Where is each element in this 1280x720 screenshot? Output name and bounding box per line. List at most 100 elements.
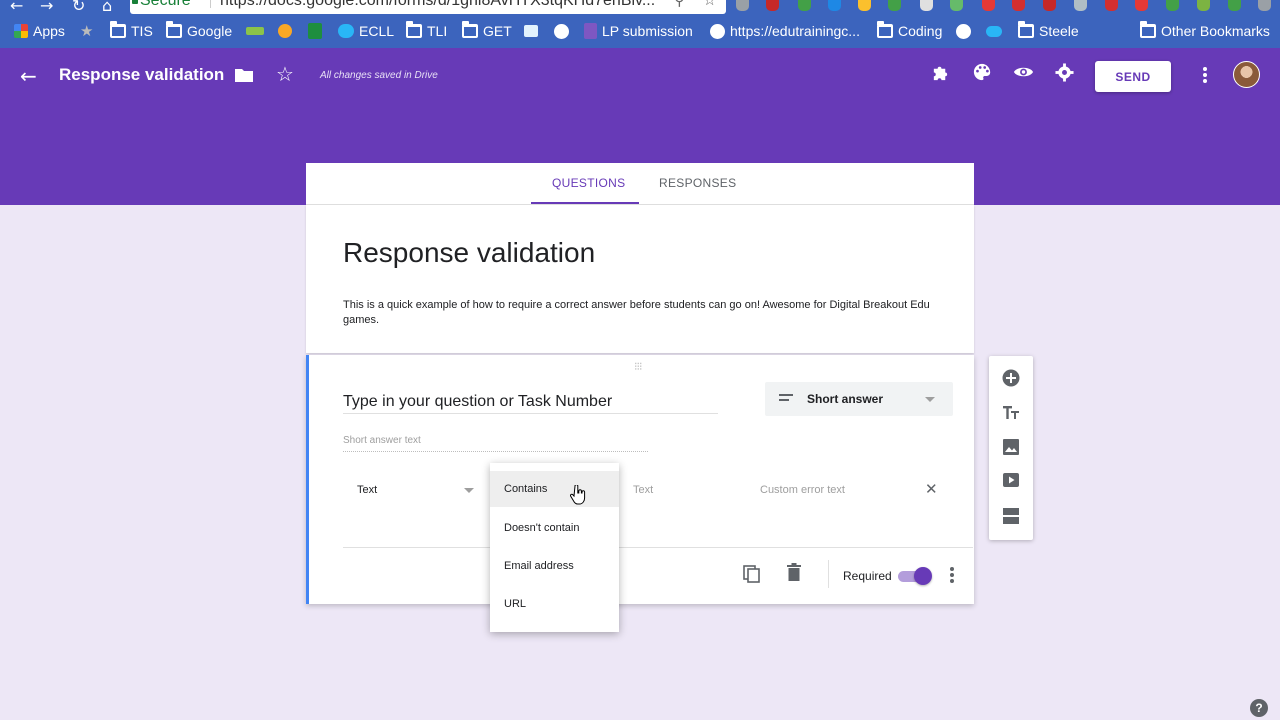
question-title-input[interactable]: Type in your question or Task Number: [343, 393, 612, 411]
menu-item-contains[interactable]: Contains: [490, 471, 619, 507]
browser-back-icon[interactable]: ←: [10, 0, 23, 15]
extension-icon[interactable]: [1135, 0, 1148, 11]
bookmark-sheets-icon[interactable]: [308, 22, 322, 40]
more-vert-icon[interactable]: [1203, 67, 1207, 83]
extension-icon[interactable]: [1012, 0, 1025, 11]
send-button[interactable]: SEND: [1095, 61, 1171, 92]
more-vert-icon[interactable]: [950, 567, 954, 585]
extension-icon[interactable]: [736, 0, 749, 11]
menu-item-email-address[interactable]: Email address: [490, 548, 619, 584]
bookmark-chat-icon[interactable]: [524, 22, 538, 40]
form-title[interactable]: Response validation: [343, 237, 595, 269]
extension-icon[interactable]: [858, 0, 871, 11]
add-image-icon[interactable]: [1002, 438, 1020, 456]
extension-icon[interactable]: [1228, 0, 1241, 11]
star-icon[interactable]: ☆: [276, 62, 294, 86]
extension-icon[interactable]: [1166, 0, 1179, 11]
close-icon[interactable]: ✕: [925, 480, 938, 498]
bookmark-google[interactable]: Google: [166, 21, 232, 40]
extension-icon[interactable]: [1043, 0, 1056, 11]
validation-text-input[interactable]: Text: [633, 484, 653, 496]
extension-icon[interactable]: [1105, 0, 1118, 11]
bookmark-lp-submission[interactable]: LP submission: [584, 22, 693, 40]
tabs-bar: QUESTIONS RESPONSES: [306, 163, 974, 205]
add-question-icon[interactable]: [1002, 369, 1020, 387]
bookmark-hat-icon[interactable]: [246, 22, 264, 40]
hand-cursor-icon: [570, 485, 586, 505]
extension-icon[interactable]: [950, 0, 963, 11]
bookmark-tis[interactable]: TIS: [110, 21, 153, 40]
home-icon[interactable]: ⌂: [102, 0, 112, 15]
menu-item-url[interactable]: URL: [490, 586, 619, 622]
extension-icon[interactable]: [982, 0, 995, 11]
back-arrow-icon[interactable]: ←: [20, 64, 37, 88]
extension-icon[interactable]: [920, 0, 933, 11]
bookmarks-bar: Apps ★ TIS Google ECLL TLI GET LP submis…: [0, 14, 1280, 48]
help-icon[interactable]: ?: [1250, 699, 1268, 717]
add-video-icon[interactable]: [1002, 471, 1020, 489]
secure-label: Secure: [140, 0, 191, 9]
bookmark-cloud-icon[interactable]: [986, 22, 1002, 40]
addons-icon[interactable]: [931, 63, 950, 82]
folder-icon: [462, 21, 478, 38]
bookmark-apps[interactable]: Apps: [14, 22, 65, 40]
extension-icon[interactable]: [798, 0, 811, 11]
bookmark-star-icon[interactable]: ★: [80, 22, 93, 40]
footer-separator: [828, 560, 829, 588]
browser-toolbar: ← → ↻ ⌂ Secure https://docs.google.com/f…: [0, 0, 1280, 15]
delete-trash-icon[interactable]: [786, 563, 802, 581]
settings-gear-icon[interactable]: [1055, 63, 1074, 82]
custom-error-input[interactable]: Custom error text: [760, 484, 845, 496]
short-answer-icon: [779, 394, 793, 404]
bookmark-get[interactable]: GET: [462, 21, 512, 40]
extension-icon[interactable]: [828, 0, 841, 11]
google-icon: [710, 23, 725, 39]
folder-icon[interactable]: [235, 68, 253, 82]
add-section-icon[interactable]: [1002, 507, 1020, 525]
form-description[interactable]: This is a quick example of how to requir…: [343, 298, 953, 328]
question-type-label: Short answer: [807, 392, 884, 406]
bookmark-drive-icon[interactable]: [554, 22, 569, 40]
short-answer-underline: [343, 451, 648, 452]
extension-icon[interactable]: [1074, 0, 1087, 11]
folder-icon: [1140, 21, 1156, 38]
browser-forward-icon[interactable]: →: [40, 0, 53, 15]
question-card[interactable]: ⁝⁝⁝ Type in your question or Task Number…: [306, 355, 974, 604]
tab-responses[interactable]: RESPONSES: [659, 176, 736, 190]
preview-eye-icon[interactable]: [1013, 63, 1034, 81]
forms-icon: [584, 23, 597, 39]
bookmark-ecll[interactable]: ECLL: [338, 22, 394, 40]
extension-icon[interactable]: [1258, 0, 1271, 11]
reload-icon[interactable]: ↻: [72, 0, 85, 15]
extension-icon[interactable]: [888, 0, 901, 11]
add-title-icon[interactable]: [1002, 404, 1020, 422]
form-name[interactable]: Response validation: [59, 65, 224, 85]
bookmark-star-icon[interactable]: ☆: [703, 0, 716, 9]
chevron-down-icon[interactable]: [464, 488, 474, 493]
avatar[interactable]: [1233, 61, 1260, 88]
form-header-card: Response validation This is a quick exam…: [306, 205, 974, 353]
menu-item-doesnt-contain[interactable]: Doesn't contain: [490, 510, 619, 546]
bookmark-edutraining[interactable]: https://edutrainingc...: [710, 22, 860, 40]
extension-icon[interactable]: [766, 0, 779, 11]
search-icon[interactable]: ⚲: [674, 0, 685, 9]
save-status: All changes saved in Drive: [320, 70, 438, 81]
bookmark-tli[interactable]: TLI: [406, 21, 447, 40]
question-title-underline: [343, 413, 718, 414]
bookmark-steele[interactable]: Steele: [1018, 21, 1079, 40]
required-toggle[interactable]: [914, 567, 932, 585]
bookmark-google-g-icon[interactable]: [956, 22, 971, 40]
validation-type-select[interactable]: Text: [357, 484, 377, 496]
bookmark-circle-icon[interactable]: [278, 22, 292, 40]
question-type-select[interactable]: Short answer: [765, 382, 953, 416]
drag-handle-icon[interactable]: ⁝⁝⁝: [634, 360, 642, 373]
bookmark-coding[interactable]: Coding: [877, 21, 942, 40]
extension-icon[interactable]: [1197, 0, 1210, 11]
duplicate-icon[interactable]: [743, 565, 761, 583]
url-text[interactable]: https://docs.google.com/forms/d/1gni8AvH…: [220, 0, 655, 10]
side-toolbar: [989, 356, 1033, 540]
bookmark-other-bookmarks[interactable]: Other Bookmarks: [1140, 21, 1270, 40]
address-bar[interactable]: Secure https://docs.google.com/forms/d/1…: [130, 0, 726, 14]
palette-icon[interactable]: [973, 63, 991, 81]
tab-questions[interactable]: QUESTIONS: [552, 176, 625, 190]
